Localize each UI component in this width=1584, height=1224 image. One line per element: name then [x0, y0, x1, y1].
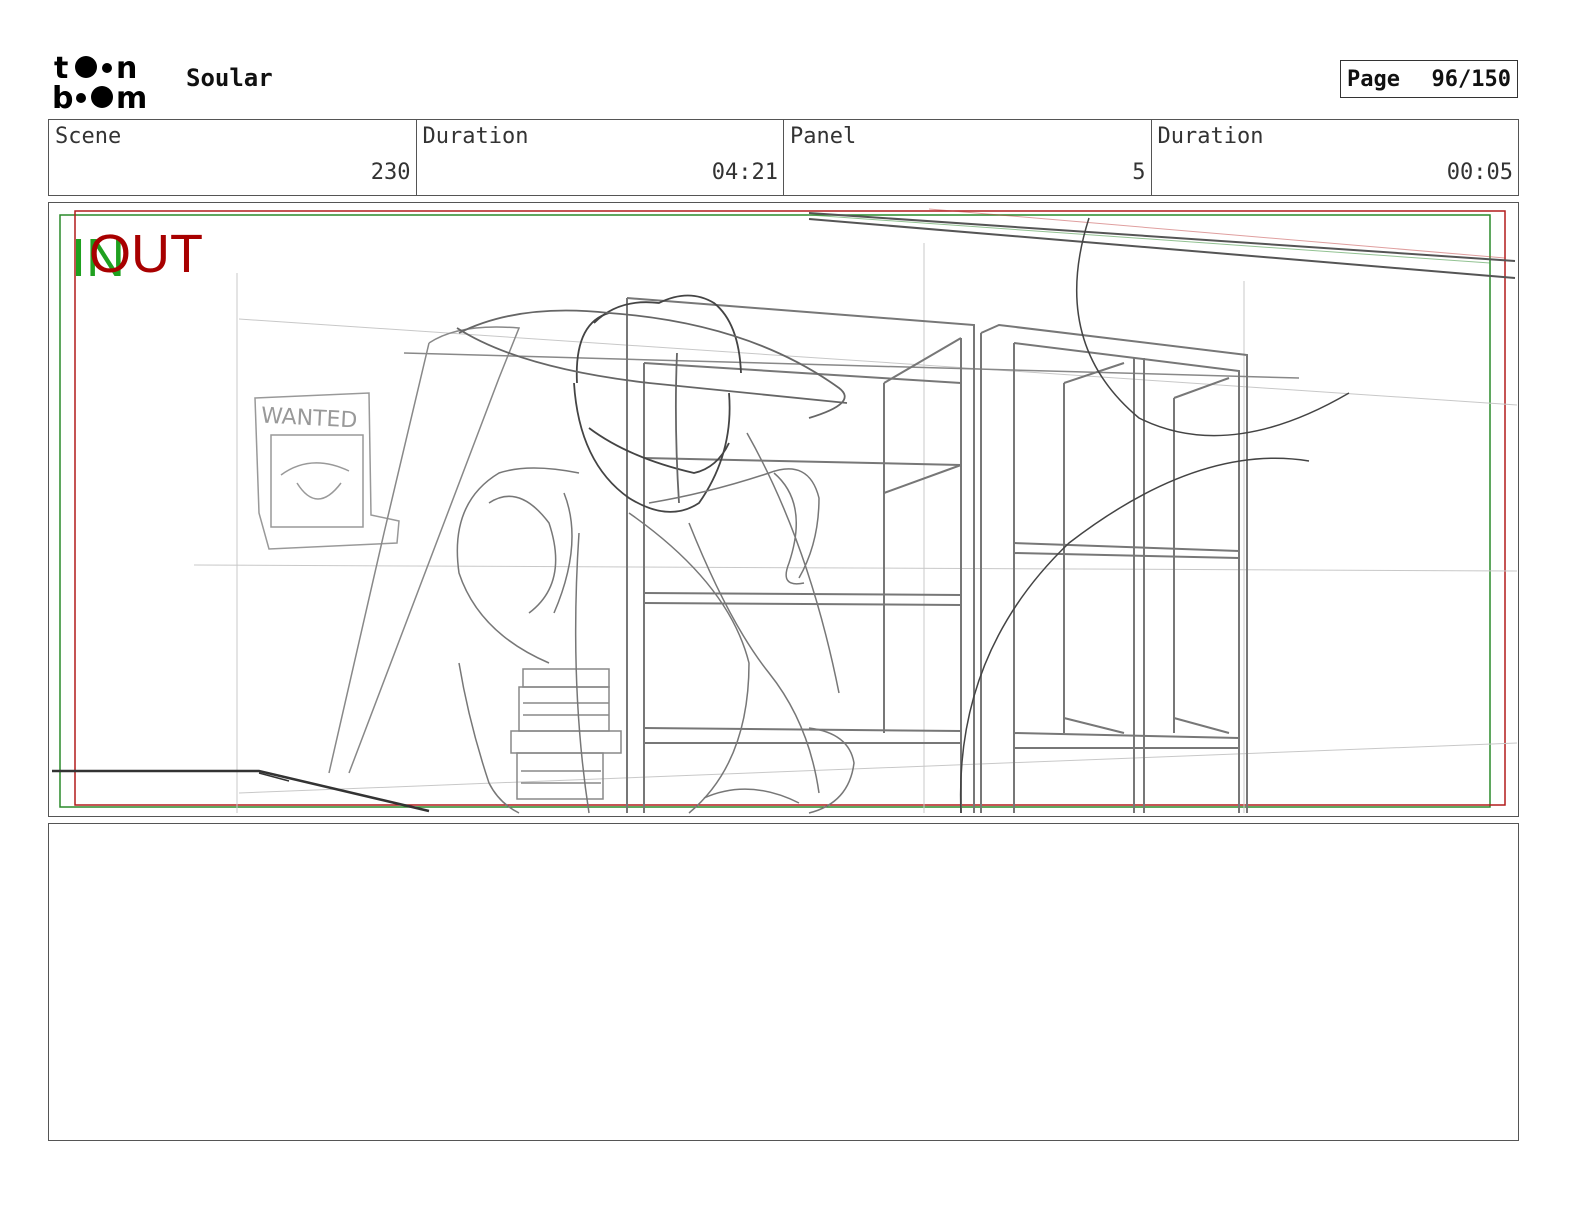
scene-info-table: Scene 230 Duration 04:21 Panel 5 Duratio…: [48, 119, 1519, 196]
svg-text:m: m: [116, 81, 147, 112]
project-title: Soular: [186, 64, 273, 92]
camera-in-frame: [59, 214, 1491, 808]
page-label: Page: [1347, 66, 1400, 92]
svg-text:b: b: [52, 81, 73, 112]
panel-sketch: WANTED: [52, 208, 1518, 814]
book-stack: [510, 668, 622, 800]
panel-value: 5: [1132, 160, 1146, 185]
scene-duration-label: Duration: [422, 124, 529, 149]
panel-duration-cell: Duration 00:05: [1152, 120, 1519, 195]
page-number: 96/150: [1431, 66, 1511, 92]
panel-cell: Panel 5: [784, 120, 1152, 195]
notes-area[interactable]: [48, 823, 1519, 1141]
storyboard-panel: WANTED IN OUT: [48, 202, 1519, 817]
page-indicator: Page 96/150: [1340, 60, 1518, 98]
camera-out-label: OUT: [89, 224, 203, 284]
panel-duration-label: Duration: [1157, 124, 1264, 149]
scene-value: 230: [370, 160, 411, 185]
bookshelf-left: [626, 297, 975, 813]
scene-cell: Scene 230: [49, 120, 417, 195]
wanted-poster: WANTED: [254, 392, 400, 550]
svg-text:WANTED: WANTED: [260, 404, 358, 434]
toonboom-logo: t n b m toon boom: [52, 50, 164, 116]
panel-label: Panel: [790, 124, 857, 149]
scene-duration-value: 04:21: [711, 160, 778, 185]
camera-out-frame: [74, 210, 1506, 806]
scene-duration-cell: Duration 04:21: [417, 120, 784, 195]
panel-duration-value: 00:05: [1446, 160, 1513, 185]
scene-label: Scene: [55, 124, 122, 149]
